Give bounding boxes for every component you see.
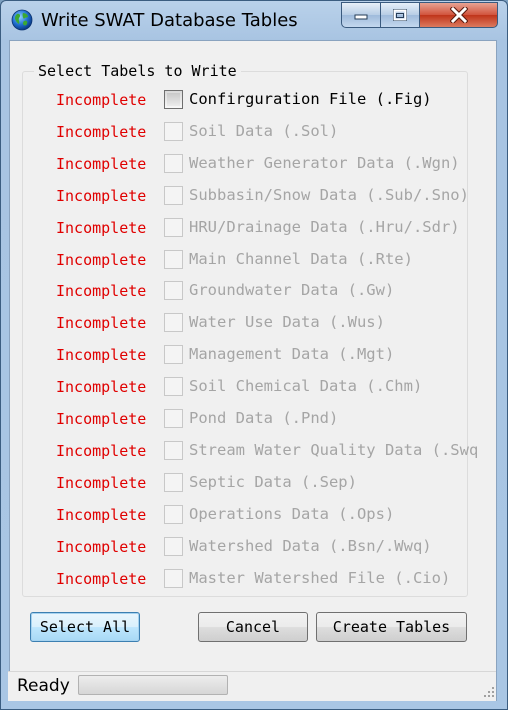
table-label: Subbasin/Snow Data (.Sub/.Sno) [189, 186, 469, 204]
table-label: Soil Chemical Data (.Chm) [189, 377, 423, 395]
table-status: Incomplete [56, 219, 147, 237]
table-status: Incomplete [56, 442, 147, 460]
table-label: Water Use Data (.Wus) [189, 313, 385, 331]
table-label: Management Data (.Mgt) [189, 345, 395, 363]
window-title: Write SWAT Database Tables [41, 10, 298, 31]
table-status: Incomplete [56, 474, 147, 492]
table-row: Incomplete Watershed Data (.Bsn/.Wwq) [56, 536, 476, 558]
maximize-button[interactable] [380, 2, 420, 28]
cancel-button[interactable]: Cancel [198, 612, 308, 642]
globe-icon [11, 9, 33, 31]
table-status: Incomplete [56, 378, 147, 396]
resize-grip-icon[interactable] [483, 686, 495, 698]
table-label: Master Watershed File (.Cio) [189, 569, 451, 587]
table-label: Watershed Data (.Bsn/.Wwq) [189, 537, 432, 555]
table-status: Incomplete [56, 282, 147, 300]
table-row: Incomplete Septic Data (.Sep) [56, 472, 476, 494]
table-checkbox [164, 345, 183, 364]
table-label: HRU/Drainage Data (.Hru/.Sdr) [189, 218, 460, 236]
table-status: Incomplete [56, 123, 147, 141]
table-row: Incomplete Main Channel Data (.Rte) [56, 249, 476, 271]
table-row: Incomplete Soil Data (.Sol) [56, 121, 476, 143]
table-checkbox [164, 537, 183, 556]
minimize-icon [354, 14, 368, 20]
minimize-button[interactable] [341, 2, 381, 28]
table-label[interactable]: Confirguration File (.Fig) [189, 90, 432, 108]
table-label: Pond Data (.Pnd) [189, 409, 339, 427]
table-status: Incomplete [56, 570, 147, 588]
table-checkbox [164, 186, 183, 205]
table-checkbox [164, 409, 183, 428]
table-row: Incomplete Pond Data (.Pnd) [56, 408, 476, 430]
table-row: Incomplete Soil Chemical Data (.Chm) [56, 376, 476, 398]
table-status: Incomplete [56, 314, 147, 332]
close-button[interactable] [419, 2, 498, 28]
table-label: Main Channel Data (.Rte) [189, 250, 413, 268]
table-checkbox [164, 154, 183, 173]
table-label: Operations Data (.Ops) [189, 505, 395, 523]
table-row: Incomplete HRU/Drainage Data (.Hru/.Sdr) [56, 217, 476, 239]
table-status: Incomplete [56, 410, 147, 428]
table-row: Incomplete Master Watershed File (.Cio) [56, 568, 476, 590]
table-checkbox[interactable] [164, 90, 183, 109]
table-checkbox [164, 505, 183, 524]
table-row: Incomplete Groundwater Data (.Gw) [56, 280, 476, 302]
close-icon [449, 7, 468, 23]
table-row: Incomplete Weather Generator Data (.Wgn) [56, 153, 476, 175]
table-status: Incomplete [56, 506, 147, 524]
table-status: Incomplete [56, 91, 147, 109]
table-status: Incomplete [56, 346, 147, 364]
maximize-icon [393, 9, 407, 21]
progress-bar [78, 675, 228, 695]
table-checkbox [164, 377, 183, 396]
table-checkbox [164, 281, 183, 300]
table-row: Incomplete Subbasin/Snow Data (.Sub/.Sno) [56, 185, 476, 207]
status-text: Ready [17, 676, 70, 696]
table-status: Incomplete [56, 187, 147, 205]
table-status: Incomplete [56, 155, 147, 173]
table-label: Stream Water Quality Data (.Swq [189, 441, 479, 459]
table-checkbox [164, 122, 183, 141]
select-all-button[interactable]: Select All [30, 612, 140, 642]
status-bar: Ready [8, 671, 496, 701]
table-checkbox [164, 250, 183, 269]
title-bar[interactable]: Write SWAT Database Tables [1, 1, 507, 39]
table-row: Incomplete Confirguration File (.Fig) [56, 89, 476, 111]
tables-group-title: Select Tabels to Write [34, 62, 241, 80]
table-label: Septic Data (.Sep) [189, 473, 357, 491]
table-label: Weather Generator Data (.Wgn) [189, 154, 460, 172]
table-checkbox [164, 218, 183, 237]
table-status: Incomplete [56, 251, 147, 269]
table-row: Incomplete Management Data (.Mgt) [56, 344, 476, 366]
table-label: Groundwater Data (.Gw) [189, 281, 395, 299]
table-row: Incomplete Operations Data (.Ops) [56, 504, 476, 526]
table-checkbox [164, 569, 183, 588]
create-tables-button[interactable]: Create Tables [316, 612, 467, 642]
table-checkbox [164, 473, 183, 492]
table-checkbox [164, 313, 183, 332]
table-row: Incomplete Stream Water Quality Data (.Sw… [56, 440, 479, 462]
table-label: Soil Data (.Sol) [189, 122, 339, 140]
table-row: Incomplete Water Use Data (.Wus) [56, 312, 476, 334]
table-checkbox [164, 441, 183, 460]
table-status: Incomplete [56, 538, 147, 556]
